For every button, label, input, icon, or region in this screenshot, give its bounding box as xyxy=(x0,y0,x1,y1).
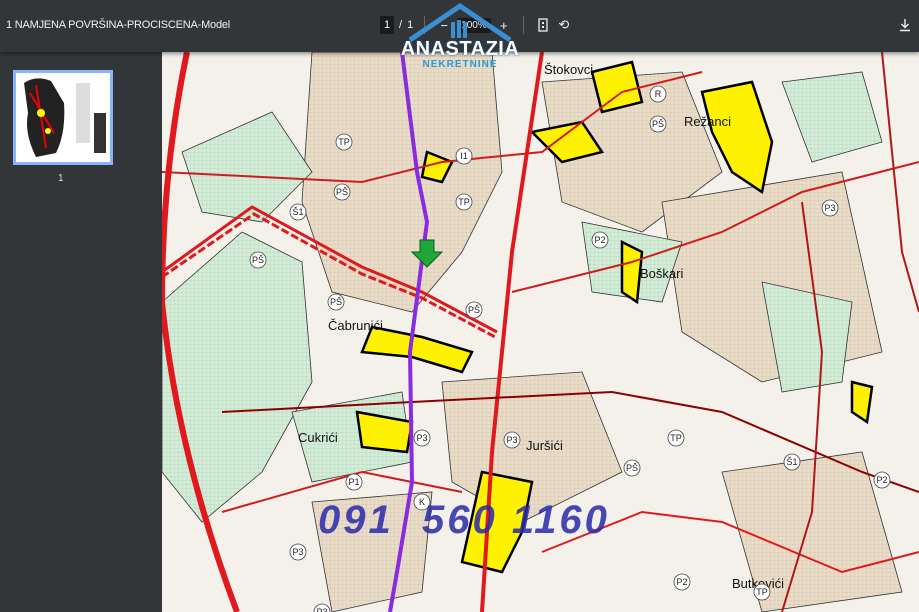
watermark-sub: NEKRETNINE xyxy=(422,59,498,70)
zone-code-label: TP xyxy=(338,137,350,147)
zone-code-label: P3 xyxy=(292,547,303,557)
zone-code-label: P2 xyxy=(676,577,687,587)
svg-text:Boškari: Boškari xyxy=(640,266,683,281)
zone-code-label: TP xyxy=(458,197,470,207)
svg-text:Štokovci: Štokovci xyxy=(544,62,593,77)
thumbnail-sidebar: 1 xyxy=(0,52,162,612)
zone-code-label: P3 xyxy=(824,203,835,213)
zone-code-label: R xyxy=(655,89,662,99)
svg-text:Cukrići: Cukrići xyxy=(298,430,338,445)
zone-code-label: P3 xyxy=(506,435,517,445)
watermark-logo: ANASTAZIA NEKRETNINE xyxy=(395,2,525,70)
zone-code-label: Š1 xyxy=(786,457,797,467)
zone-code-label: Š1 xyxy=(292,207,303,217)
zone-code-label: TP xyxy=(670,433,682,443)
zone-code-label: PŠ xyxy=(652,119,664,129)
zone-code-label: TP xyxy=(756,587,768,597)
page-thumbnail[interactable] xyxy=(13,70,113,165)
zone-code-label: PŠ xyxy=(626,463,638,473)
zone-code-label: P2 xyxy=(594,235,605,245)
thumbnail-page-number: 1 xyxy=(58,173,64,184)
svg-text:Juršići: Juršići xyxy=(526,438,563,453)
zone-code-label: PŠ xyxy=(468,305,480,315)
watermark-phone: 091 560 1160 xyxy=(318,498,610,542)
page-number-input[interactable]: 1 xyxy=(380,16,394,34)
zone-code-label: PŠ xyxy=(252,255,264,265)
zone-code-label: P2 xyxy=(876,475,887,485)
zone-code-label: P3 xyxy=(416,433,427,443)
zone-code-label: P1 xyxy=(348,477,359,487)
zone-code-label: PŠ xyxy=(330,297,342,307)
zone-code-label: PŠ xyxy=(336,187,348,197)
zone-code-label: P3 xyxy=(316,607,327,612)
house-roof-icon xyxy=(408,2,512,43)
document-title: 1 NAMJENA POVRŠINA-PROCISCENA-Model xyxy=(6,19,231,31)
svg-text:Čabrunići: Čabrunići xyxy=(328,318,383,333)
download-icon[interactable] xyxy=(897,17,913,33)
watermark-brand: ANASTAZIA xyxy=(400,38,520,60)
svg-text:Režanci: Režanci xyxy=(684,114,731,129)
zone-code-label: I1 xyxy=(460,151,468,161)
rotate-icon[interactable]: ⟲ xyxy=(556,17,572,33)
fit-page-icon[interactable] xyxy=(535,17,551,33)
